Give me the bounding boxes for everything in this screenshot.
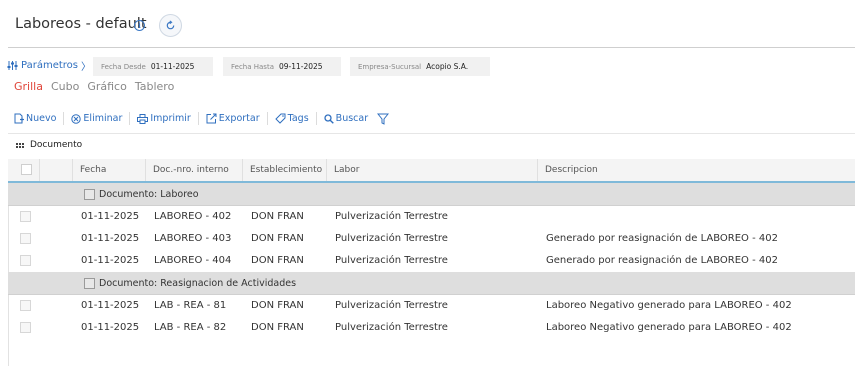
cell-labor: Pulverización Terrestre bbox=[335, 233, 448, 244]
row-checkbox[interactable] bbox=[20, 322, 31, 333]
group-expand-toggle[interactable] bbox=[84, 277, 95, 289]
cell-fecha: 01-11-2025 bbox=[81, 211, 140, 222]
select-all-cell bbox=[8, 159, 40, 181]
exportar-button[interactable]: Exportar bbox=[199, 112, 268, 125]
cell-descripcion: Laboreo Negativo generado para LABOREO -… bbox=[546, 322, 792, 333]
row-checkbox[interactable] bbox=[20, 255, 31, 266]
cell-labor: Pulverización Terrestre bbox=[335, 255, 448, 266]
tab-tablero[interactable]: Tablero bbox=[135, 80, 174, 93]
cell-establecimiento: DON FRAN bbox=[251, 300, 304, 311]
cell-establecimiento: DON FRAN bbox=[251, 233, 304, 244]
info-icon[interactable]: i bbox=[134, 20, 145, 31]
select-all-checkbox[interactable] bbox=[21, 164, 32, 175]
toolbar: Nuevo Eliminar Imprimir Exportar Tags Bu… bbox=[14, 112, 390, 125]
search-icon bbox=[324, 113, 334, 124]
imprimir-label: Imprimir bbox=[150, 113, 191, 124]
tab-grafico[interactable]: Gráfico bbox=[87, 80, 127, 93]
toolbar-divider bbox=[8, 133, 855, 134]
table-row[interactable]: 01-11-2025 LAB - REA - 82 DON FRAN Pulve… bbox=[8, 317, 855, 339]
table-row[interactable]: 01-11-2025 LAB - REA - 81 DON FRAN Pulve… bbox=[8, 295, 855, 317]
parametros-label: Parámetros bbox=[21, 60, 78, 71]
column-header-labor[interactable]: Labor bbox=[327, 159, 538, 181]
group-expand-toggle[interactable] bbox=[84, 188, 95, 200]
tag-icon bbox=[274, 113, 286, 124]
column-header-establecimiento[interactable]: Establecimiento bbox=[243, 159, 327, 181]
filter-fecha-desde[interactable]: Fecha Desde 01-11-2025 bbox=[93, 57, 213, 76]
column-header-fecha[interactable]: Fecha bbox=[73, 159, 146, 181]
tab-cubo[interactable]: Cubo bbox=[51, 80, 79, 93]
cell-labor: Pulverización Terrestre bbox=[335, 300, 448, 311]
cell-descripcion: Generado por reasignación de LABOREO - 4… bbox=[546, 233, 778, 244]
new-document-icon bbox=[14, 113, 24, 124]
refresh-button[interactable] bbox=[159, 14, 182, 37]
eliminar-button[interactable]: Eliminar bbox=[64, 112, 131, 125]
filter-funnel-icon[interactable] bbox=[377, 113, 390, 125]
cell-fecha: 01-11-2025 bbox=[81, 300, 140, 311]
chevron-right-icon: 〉 bbox=[80, 62, 91, 73]
cell-fecha: 01-11-2025 bbox=[81, 233, 140, 244]
row-checkbox[interactable] bbox=[20, 233, 31, 244]
cell-establecimiento: DON FRAN bbox=[251, 211, 304, 222]
table-row[interactable]: 01-11-2025 LABOREO - 402 DON FRAN Pulver… bbox=[8, 206, 855, 228]
cell-doc-nro: LAB - REA - 82 bbox=[154, 322, 227, 333]
title-divider bbox=[8, 47, 855, 48]
row-checkbox[interactable] bbox=[20, 300, 31, 311]
exportar-label: Exportar bbox=[218, 113, 260, 124]
buscar-button[interactable]: Buscar bbox=[317, 112, 375, 125]
column-header-doc-nro[interactable]: Doc.-nro. interno bbox=[146, 159, 243, 181]
grid-header: Fecha Doc.-nro. interno Establecimiento … bbox=[8, 159, 855, 183]
cell-labor: Pulverización Terrestre bbox=[335, 322, 448, 333]
filter-label: Empresa-Sucursal bbox=[358, 62, 422, 71]
group-row[interactable]: Documento: Laboreo bbox=[8, 183, 855, 206]
filter-fecha-hasta[interactable]: Fecha Hasta 09-11-2025 bbox=[223, 57, 341, 76]
filter-value: 01-11-2025 bbox=[150, 62, 195, 71]
group-row[interactable]: Documento: Reasignacion de Actividades bbox=[8, 272, 855, 295]
column-header-descripcion[interactable]: Descripcion bbox=[538, 159, 855, 181]
nuevo-button[interactable]: Nuevo bbox=[14, 112, 65, 125]
delete-circle-icon bbox=[71, 113, 82, 124]
cell-establecimiento: DON FRAN bbox=[251, 255, 304, 266]
table-row[interactable]: 01-11-2025 LABOREO - 404 DON FRAN Pulver… bbox=[8, 250, 855, 272]
eliminar-label: Eliminar bbox=[83, 113, 123, 124]
drag-handle-icon[interactable] bbox=[16, 142, 24, 148]
tags-label: Tags bbox=[287, 113, 309, 124]
tags-button[interactable]: Tags bbox=[268, 112, 317, 125]
cell-fecha: 01-11-2025 bbox=[81, 322, 140, 333]
cell-fecha: 01-11-2025 bbox=[81, 255, 140, 266]
expand-column-header bbox=[40, 159, 73, 181]
sliders-icon bbox=[7, 61, 18, 70]
buscar-label: Buscar bbox=[335, 113, 369, 124]
printer-icon bbox=[137, 113, 149, 124]
filter-value: Acopio S.A. bbox=[426, 62, 469, 71]
group-label: Documento: Laboreo bbox=[99, 188, 199, 200]
cell-doc-nro: LABOREO - 402 bbox=[154, 211, 232, 222]
cell-doc-nro: LAB - REA - 81 bbox=[154, 300, 227, 311]
imprimir-button[interactable]: Imprimir bbox=[130, 112, 199, 125]
row-checkbox[interactable] bbox=[20, 211, 31, 222]
table-row[interactable]: 01-11-2025 LABOREO - 403 DON FRAN Pulver… bbox=[8, 228, 855, 250]
nuevo-label: Nuevo bbox=[26, 113, 57, 124]
group-by-label: Documento bbox=[30, 140, 83, 150]
data-grid: Fecha Doc.-nro. interno Establecimiento … bbox=[8, 159, 855, 339]
filter-value: 09-11-2025 bbox=[278, 62, 323, 71]
parametros-link[interactable]: Parámetros 〉 bbox=[7, 58, 91, 73]
filter-label: Fecha Hasta bbox=[231, 62, 274, 71]
page-title: Laboreos - default bbox=[15, 16, 147, 32]
cell-doc-nro: LABOREO - 404 bbox=[154, 255, 232, 266]
filter-label: Fecha Desde bbox=[101, 62, 146, 71]
refresh-icon bbox=[166, 20, 175, 30]
cell-descripcion: Laboreo Negativo generado para LABOREO -… bbox=[546, 300, 792, 311]
cell-establecimiento: DON FRAN bbox=[251, 322, 304, 333]
cell-labor: Pulverización Terrestre bbox=[335, 211, 448, 222]
export-icon bbox=[206, 113, 217, 124]
cell-descripcion: Generado por reasignación de LABOREO - 4… bbox=[546, 255, 778, 266]
cell-doc-nro: LABOREO - 403 bbox=[154, 233, 232, 244]
group-label: Documento: Reasignacion de Actividades bbox=[99, 277, 297, 289]
tab-grilla[interactable]: Grilla bbox=[14, 80, 43, 93]
filter-empresa-sucursal[interactable]: Empresa-Sucursal Acopio S.A. bbox=[350, 57, 490, 76]
group-by-chip[interactable]: Documento bbox=[16, 140, 82, 150]
view-tabs: Grilla Cubo Gráfico Tablero bbox=[14, 80, 174, 93]
